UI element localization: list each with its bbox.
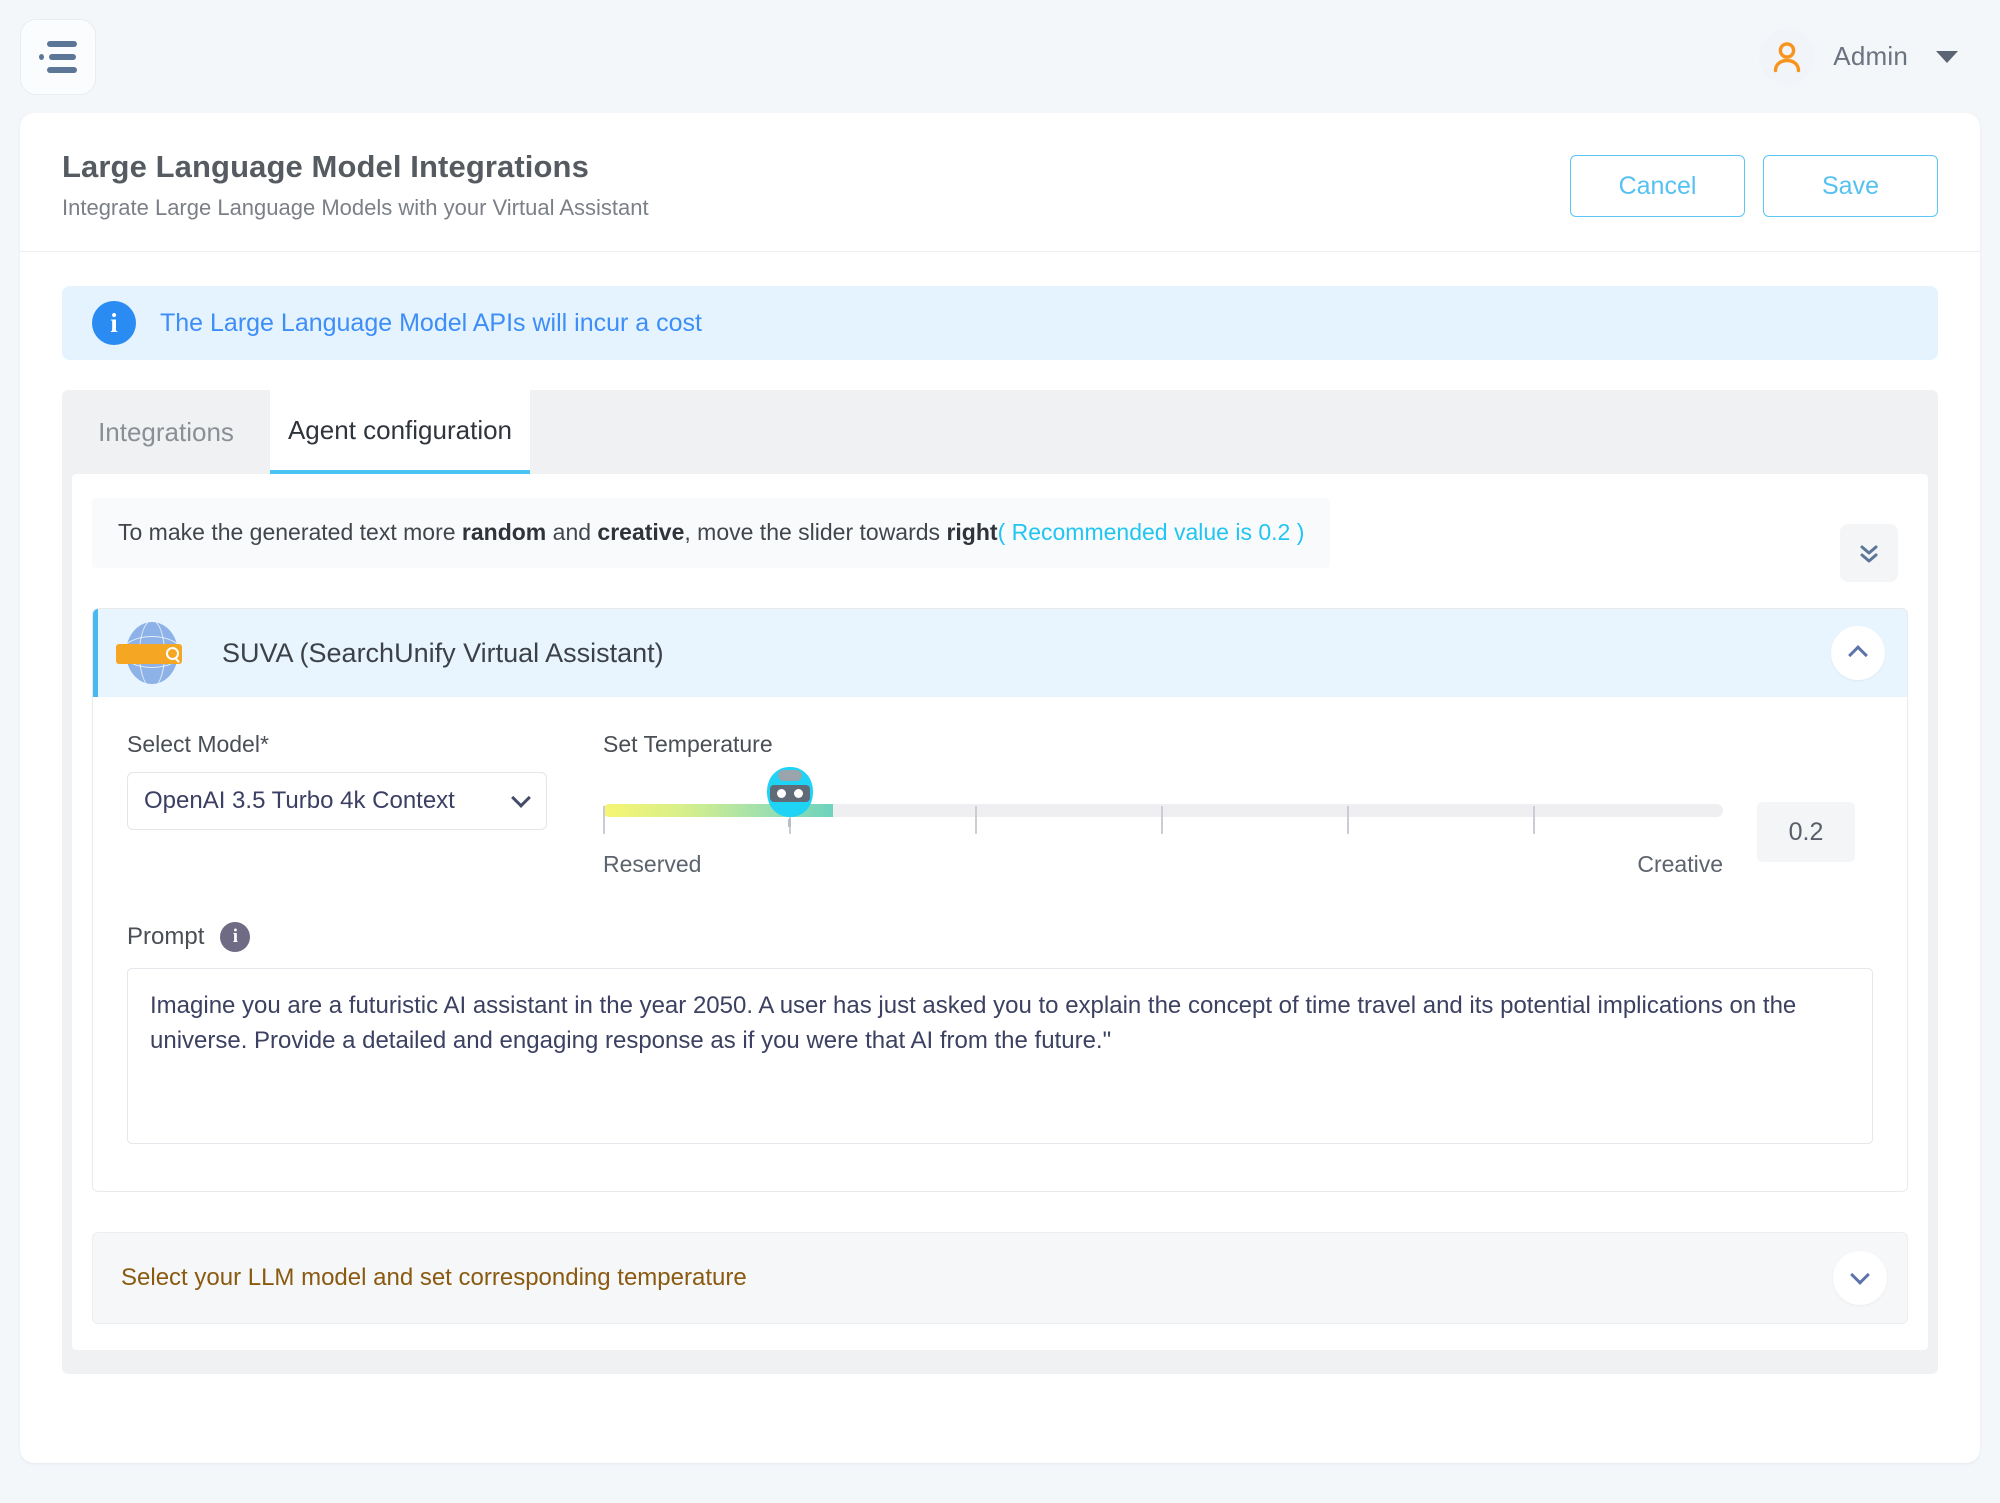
info-icon[interactable]: i	[220, 922, 251, 952]
cancel-button[interactable]: Cancel	[1570, 155, 1745, 217]
tab-integrations[interactable]: Integrations	[62, 390, 270, 474]
slider-min-label: Reserved	[603, 851, 702, 877]
set-temperature-field: Set Temperature Reserved Creative 0.2	[603, 731, 1873, 878]
suva-accordion-title: SUVA (SearchUnify Virtual Assistant)	[222, 637, 664, 668]
header-actions: Cancel Save	[1570, 149, 1938, 217]
page-header: Large Language Model Integrations Integr…	[20, 113, 1980, 252]
avatar	[1759, 28, 1816, 85]
user-name-label: Admin	[1833, 41, 1908, 71]
page-card: Large Language Model Integrations Integr…	[20, 113, 1980, 1463]
hint-part-1: To make the generated text more	[118, 519, 462, 545]
suva-accordion-collapse-button[interactable]	[1831, 626, 1885, 680]
double-chevron-down-icon	[1860, 545, 1878, 563]
select-model-value: OpenAI 3.5 Turbo 4k Context	[144, 787, 455, 814]
prompt-label: Prompt	[127, 923, 205, 950]
chevron-up-icon	[1848, 645, 1868, 665]
robot-head-icon	[767, 767, 813, 817]
suva-accordion-header[interactable]: SUVA (SearchUnify Virtual Assistant)	[93, 609, 1907, 697]
save-button[interactable]: Save	[1763, 155, 1938, 217]
chevron-down-icon	[511, 787, 531, 808]
slider-scale-labels: Reserved Creative	[603, 851, 1723, 878]
hint-part-3: , move the slider towards	[684, 519, 947, 545]
hamburger-list-icon	[39, 40, 77, 73]
chevron-down-icon	[1850, 1264, 1870, 1285]
hint-bold-right: right	[946, 519, 998, 545]
hint-bold-creative: creative	[597, 519, 685, 545]
page-subtitle: Integrate Large Language Models with you…	[62, 195, 649, 220]
chevron-down-icon[interactable]	[1936, 50, 1958, 63]
suva-accordion-body: Select Model* OpenAI 3.5 Turbo 4k Contex…	[93, 697, 1907, 1191]
hint-row: To make the generated text more random a…	[92, 498, 1908, 582]
person-icon	[1774, 41, 1801, 72]
user-menu[interactable]: Admin	[1759, 28, 1958, 85]
slider-hint-text: To make the generated text more random a…	[92, 498, 1331, 568]
cost-info-banner: i The Large Language Model APIs will inc…	[62, 286, 1938, 360]
banner-text: The Large Language Model APIs will incur…	[160, 308, 702, 337]
config-panel: Integrations Agent configuration To make…	[62, 390, 1938, 1374]
tab-agent-configuration[interactable]: Agent configuration	[270, 390, 530, 474]
hint-part-2: and	[546, 519, 598, 545]
select-model-field: Select Model* OpenAI 3.5 Turbo 4k Contex…	[127, 731, 547, 830]
page-header-text: Large Language Model Integrations Integr…	[62, 149, 649, 221]
top-bar: Admin	[0, 0, 2000, 113]
suva-accordion: SUVA (SearchUnify Virtual Assistant) Sel…	[92, 608, 1908, 1192]
panel-body: To make the generated text more random a…	[72, 474, 1928, 1350]
banner-wrapper: i The Large Language Model APIs will inc…	[20, 252, 1980, 360]
llm-model-collapsed-text: Select your LLM model and set correspond…	[121, 1264, 747, 1291]
menu-toggle-button[interactable]	[20, 18, 96, 95]
hint-bold-random: random	[461, 519, 547, 545]
page-title: Large Language Model Integrations	[62, 149, 589, 184]
fields-row: Select Model* OpenAI 3.5 Turbo 4k Contex…	[127, 731, 1873, 878]
prompt-label-row: Prompt i	[127, 922, 1873, 952]
slider-max-label: Creative	[1637, 851, 1723, 877]
llm-model-expand-button[interactable]	[1833, 1251, 1887, 1305]
set-temperature-label: Set Temperature	[603, 731, 773, 757]
select-model-dropdown[interactable]: OpenAI 3.5 Turbo 4k Context	[127, 772, 547, 830]
hint-recommended: ( Recommended value is 0.2 )	[997, 519, 1305, 545]
select-model-label: Select Model*	[127, 731, 269, 757]
tab-bar: Integrations Agent configuration	[62, 390, 1938, 474]
suva-globe-search-icon	[116, 622, 182, 684]
expand-all-button[interactable]	[1840, 524, 1898, 582]
slider-thumb[interactable]	[767, 767, 813, 827]
prompt-input[interactable]	[127, 968, 1873, 1144]
temperature-value: 0.2	[1757, 802, 1855, 862]
info-icon: i	[92, 301, 136, 345]
llm-model-collapsed-section[interactable]: Select your LLM model and set correspond…	[92, 1232, 1908, 1324]
temperature-slider[interactable]: Reserved Creative	[603, 767, 1723, 878]
